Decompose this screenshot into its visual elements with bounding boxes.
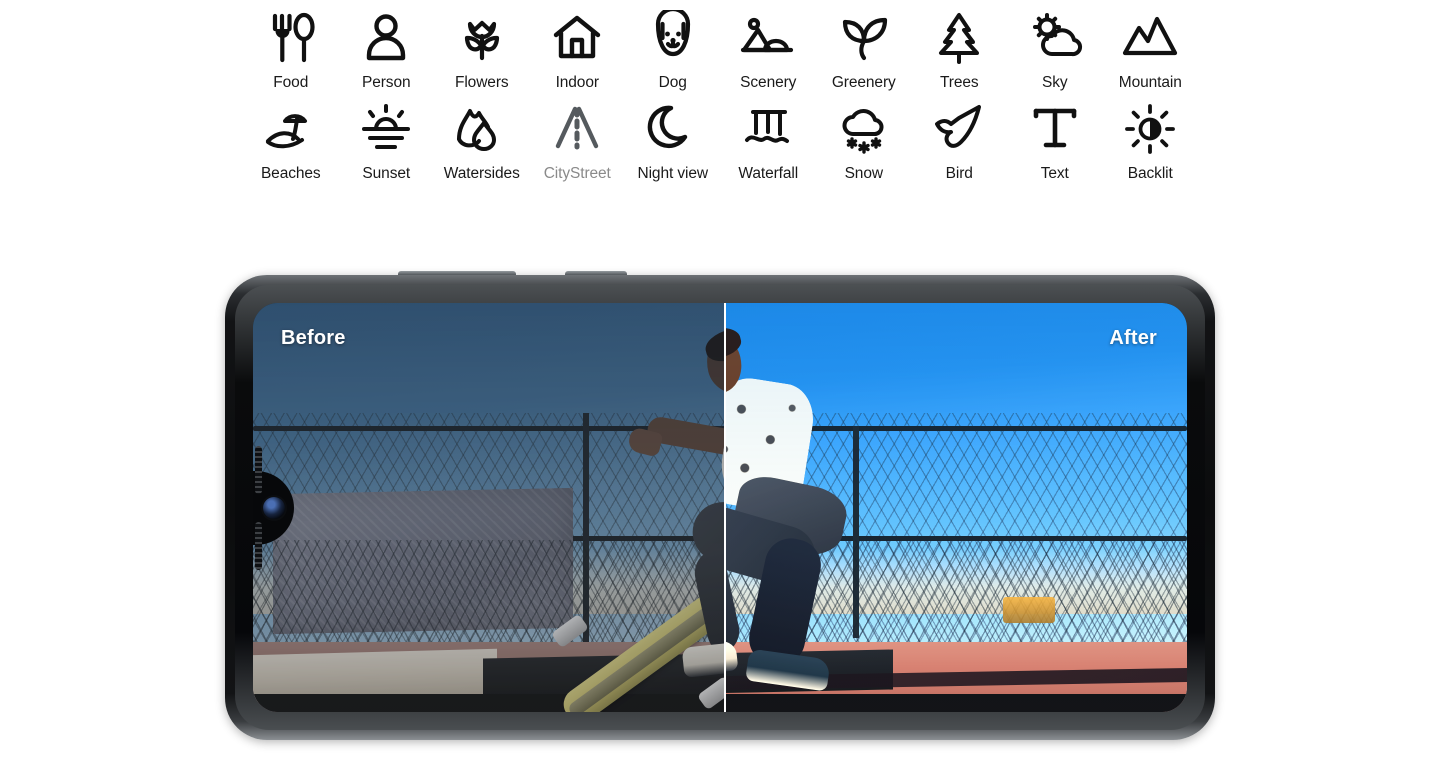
scene-item-mountain[interactable]: Mountain	[1103, 4, 1199, 91]
scene-item-scenery[interactable]: Scenery	[721, 4, 817, 91]
watersides-icon	[446, 95, 518, 163]
after-label: After	[1109, 327, 1157, 349]
scene-label: Person	[361, 74, 411, 91]
before-after-photo: Before After	[253, 303, 1187, 712]
sky-icon	[1019, 4, 1091, 72]
phone-frame: Before After	[225, 275, 1215, 740]
scene-label: Beaches	[260, 164, 321, 182]
scene-row-2: Beaches Sunset Watersides CityStreet Nig…	[243, 95, 1198, 182]
indoor-icon	[541, 4, 613, 72]
bird-icon	[923, 95, 995, 163]
skateboarder	[626, 322, 724, 678]
phone-device: Before After	[225, 271, 1215, 740]
scene-item-snow[interactable]: Snow	[816, 95, 912, 182]
scene-item-indoor[interactable]: Indoor	[530, 4, 626, 91]
scene-item-person[interactable]: Person	[339, 4, 435, 91]
scene-label: Text	[1040, 164, 1069, 182]
scene-label: Indoor	[555, 74, 599, 91]
mountain-icon	[1114, 4, 1186, 72]
scene-optimizer-grid: Food Person Flowers Indoor Dog Scenery G…	[243, 4, 1198, 185]
scene-item-sunset[interactable]: Sunset	[339, 95, 435, 182]
scene-optimizer-page: Food Person Flowers Indoor Dog Scenery G…	[0, 0, 1440, 760]
greenery-icon	[828, 4, 900, 72]
background-machinery	[1003, 597, 1055, 624]
scene-label: Sunset	[362, 164, 411, 182]
scene-label: Scenery	[740, 74, 797, 91]
citystreet-icon	[541, 95, 613, 163]
night-view-icon	[637, 95, 709, 163]
scene-label: Night view	[637, 164, 709, 182]
scene-item-waterfall[interactable]: Waterfall	[721, 95, 817, 182]
scene-item-greenery[interactable]: Greenery	[816, 4, 912, 91]
phone-screen[interactable]: Before After	[253, 303, 1187, 712]
scene-label: CityStreet	[543, 164, 611, 182]
ground-edge-strip	[253, 694, 724, 712]
scene-label: Sky	[1041, 74, 1068, 91]
scene-item-trees[interactable]: Trees	[912, 4, 1008, 91]
front-camera-lens	[263, 496, 285, 519]
scene-label: Bird	[945, 164, 973, 182]
flowers-icon	[446, 4, 518, 72]
scene-label: Food	[273, 74, 309, 91]
person-icon	[350, 4, 422, 72]
scene-item-watersides[interactable]: Watersides	[434, 95, 530, 182]
scene-render-before	[253, 303, 724, 712]
scene-label: Watersides	[443, 164, 520, 182]
scene-item-food[interactable]: Food	[243, 4, 339, 91]
scene-label: Mountain	[1118, 74, 1182, 91]
scene-label: Dog	[658, 74, 687, 91]
text-icon	[1019, 95, 1091, 163]
scene-label: Greenery	[831, 74, 896, 91]
scene-item-citystreet[interactable]: CityStreet	[530, 95, 626, 182]
beaches-icon	[255, 95, 327, 163]
backlit-icon	[1114, 95, 1186, 163]
scene-item-dog[interactable]: Dog	[625, 4, 721, 91]
scene-label: Flowers	[454, 74, 509, 91]
after-half	[723, 303, 1187, 712]
waterfall-icon	[732, 95, 804, 163]
dog-icon	[637, 4, 709, 72]
scene-item-night-view[interactable]: Night view	[625, 95, 721, 182]
scene-label: Waterfall	[738, 164, 799, 182]
scene-item-text[interactable]: Text	[1007, 95, 1103, 182]
phone-bezel: Before After	[235, 285, 1205, 730]
scene-item-sky[interactable]: Sky	[1007, 4, 1103, 91]
scene-item-bird[interactable]: Bird	[912, 95, 1008, 182]
trees-icon	[923, 4, 995, 72]
skateboarder	[723, 322, 852, 692]
scene-item-beaches[interactable]: Beaches	[243, 95, 339, 182]
scene-label: Backlit	[1127, 164, 1173, 182]
scene-row-1: Food Person Flowers Indoor Dog Scenery G…	[243, 4, 1198, 91]
food-icon	[255, 4, 327, 72]
scene-label: Trees	[939, 74, 979, 91]
scene-label: Snow	[844, 164, 883, 182]
sunset-icon	[350, 95, 422, 163]
snow-icon	[828, 95, 900, 163]
scene-item-flowers[interactable]: Flowers	[434, 4, 530, 91]
before-half	[253, 303, 724, 712]
earpiece-speaker-grille	[255, 521, 262, 570]
comparison-divider[interactable]	[723, 303, 726, 712]
scenery-icon	[732, 4, 804, 72]
scene-item-backlit[interactable]: Backlit	[1103, 95, 1199, 182]
before-label: Before	[281, 327, 346, 349]
ground-edge-strip	[723, 694, 1187, 712]
earpiece-speaker-grille	[255, 445, 262, 494]
scene-render-after	[723, 303, 1187, 712]
